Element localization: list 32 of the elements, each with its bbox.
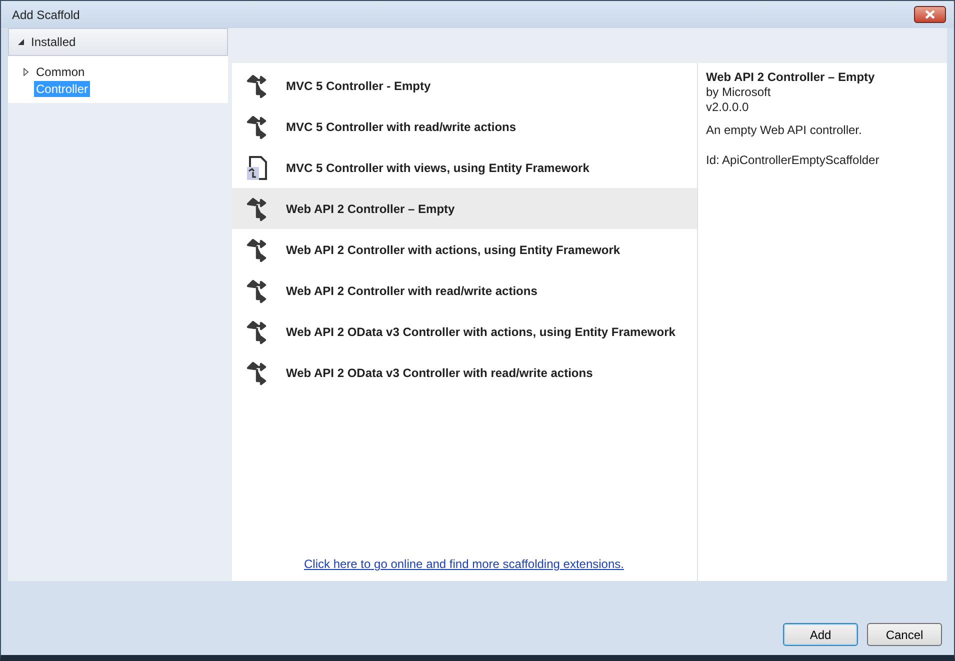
details-title: Web API 2 Controller – Empty [706,70,876,85]
template-item[interactable]: MVC 5 Controller - Empty [232,65,697,106]
template-item[interactable]: Web API 2 Controller with actions, using Entity Framework [232,229,697,270]
template-name: Web API 2 Controller – Empty [286,202,455,216]
details-author: by Microsoft [706,85,772,100]
details-id: Id: ApiControllerEmptyScaffolder [706,153,880,168]
close-icon [925,10,935,19]
online-link[interactable]: Click here to go online and find more scaffolding extensions. [304,557,624,571]
template-item[interactable]: Web API 2 Controller with read/write actions [232,270,697,311]
tree-header-label: Installed [31,35,76,49]
expand-icon[interactable] [22,68,30,76]
tree-header[interactable]: Installed [8,28,228,56]
collapse-icon [17,38,25,46]
template-name: Web API 2 OData v3 Controller with actions, using Entity Framework [286,324,676,338]
template-name: Web API 2 Controller with actions, using Entity Framework [286,242,620,256]
add-button[interactable]: Add [783,623,858,646]
template-name: MVC 5 Controller - Empty [286,78,431,92]
template-item[interactable]: Web API 2 OData v3 Controller with actions, using Entity Framework [232,311,697,352]
template-item[interactable]: MVC 5 Controller with views, using Entity Framework [232,147,697,188]
details-version: v2.0.0.0 [706,100,750,115]
template-item[interactable]: Web API 2 Controller – Empty [232,188,697,229]
template-item[interactable]: MVC 5 Controller with read/write actions [232,106,697,147]
cancel-button[interactable]: Cancel [867,623,942,646]
template-name: Web API 2 Controller with read/write actions [286,284,538,298]
template-name: Web API 2 OData v3 Controller with read/write actions [286,366,593,380]
window-title: Add Scaffold [12,8,80,22]
template-name: MVC 5 Controller with views, using Entity Framework [286,160,590,174]
close-button[interactable] [914,6,946,23]
template-name: MVC 5 Controller with read/write actions [286,120,516,134]
template-item[interactable]: Web API 2 OData v3 Controller with read/write actions [232,352,697,393]
tree-item[interactable]: Common [34,64,87,80]
details-description: An empty Web API controller. [706,123,863,138]
